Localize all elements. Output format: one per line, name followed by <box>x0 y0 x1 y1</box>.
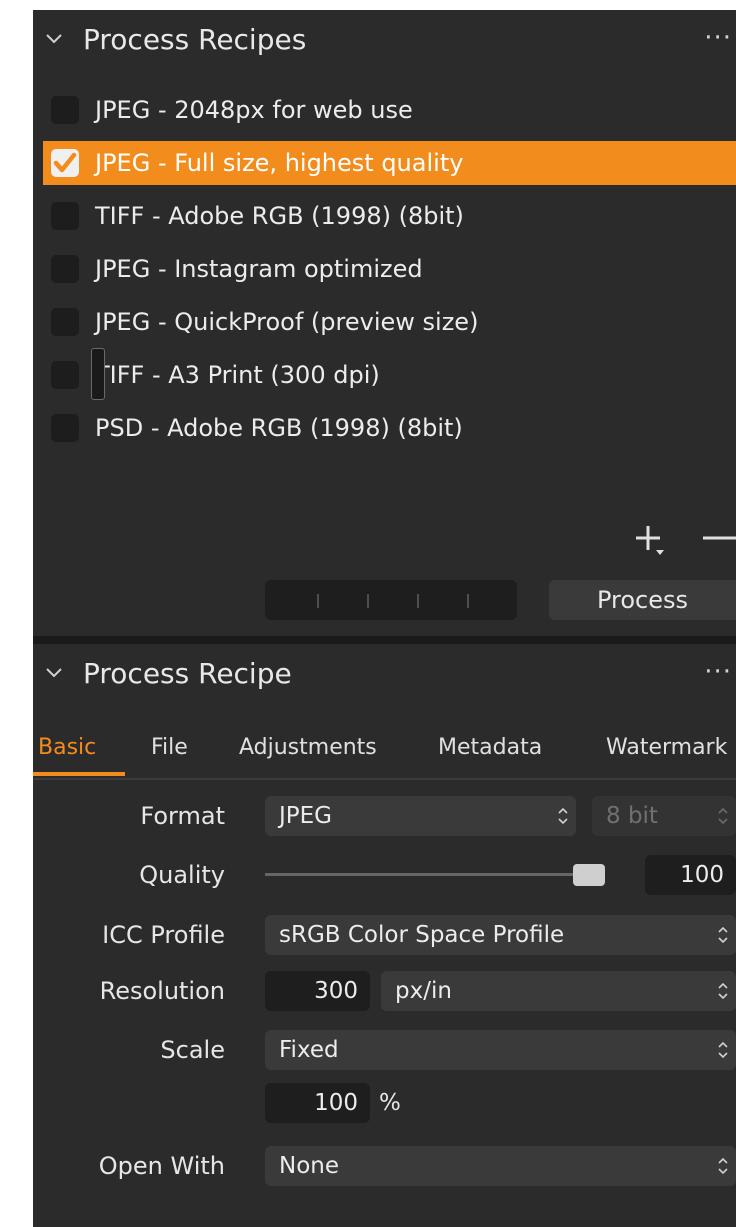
resolution-value: 300 <box>314 978 358 1004</box>
panel-title: Process Recipes <box>83 23 307 56</box>
format-select[interactable]: JPEG <box>265 796 576 836</box>
scale-percent-input[interactable]: 100 <box>265 1083 370 1123</box>
recipe-label: JPEG - 2048px for web use <box>95 96 413 124</box>
recipe-item-selected[interactable]: JPEG - Full size, highest quality <box>43 141 736 185</box>
tab-adjustments[interactable]: Adjustments <box>239 730 377 766</box>
quality-label: Quality <box>139 861 225 889</box>
more-options-icon[interactable]: ··· <box>704 20 732 56</box>
scale-value: Fixed <box>279 1037 339 1063</box>
stepper-icon <box>718 1041 728 1059</box>
icc-profile-select[interactable]: sRGB Color Space Profile <box>265 915 736 955</box>
format-value: JPEG <box>279 803 333 829</box>
recipe-label: JPEG - Full size, highest quality <box>95 149 464 177</box>
quality-input[interactable]: 100 <box>645 855 736 895</box>
process-button[interactable]: Process <box>549 580 736 620</box>
recipe-item[interactable]: TIFF - A3 Print (300 dpi) <box>43 353 736 397</box>
tab-basic[interactable]: Basic <box>38 730 96 766</box>
more-options-icon[interactable]: ··· <box>704 654 732 690</box>
remove-recipe-icon[interactable] <box>699 520 736 560</box>
active-tab-indicator <box>33 772 125 776</box>
progress-bar <box>265 580 517 620</box>
open-with-value: None <box>279 1153 340 1179</box>
recipe-checkbox-checked[interactable] <box>51 149 79 177</box>
icc-profile-value: sRGB Color Space Profile <box>279 922 565 948</box>
recipe-checkbox[interactable] <box>51 414 79 442</box>
percent-unit: % <box>379 1090 401 1116</box>
quality-slider-thumb[interactable] <box>573 864 605 886</box>
tab-watermark[interactable]: Watermark <box>606 730 727 766</box>
open-with-label: Open With <box>98 1152 225 1180</box>
progress-tick <box>317 594 319 608</box>
process-recipes-panel: Process Recipes ··· JPEG - 2048px for we… <box>33 10 736 636</box>
format-label: Format <box>140 802 225 830</box>
recipe-label: TIFF - A3 Print (300 dpi) <box>95 361 380 389</box>
process-recipe-header[interactable]: Process Recipe ··· <box>33 644 736 704</box>
bit-depth-value: 8 bit <box>606 803 658 829</box>
recipe-checkbox[interactable] <box>51 255 79 283</box>
stepper-icon <box>718 926 728 944</box>
stepper-icon <box>718 1157 728 1175</box>
recipe-label: JPEG - Instagram optimized <box>95 255 423 283</box>
recipe-label: PSD - Adobe RGB (1998) (8bit) <box>95 414 463 442</box>
tab-file[interactable]: File <box>151 730 188 766</box>
resolution-unit-value: px/in <box>395 978 452 1004</box>
recipe-item[interactable]: PSD - Adobe RGB (1998) (8bit) <box>43 406 736 450</box>
recipe-tabs: Basic File Adjustments Metadata Watermar… <box>33 730 736 780</box>
panel-divider[interactable] <box>33 636 736 644</box>
recipe-item[interactable]: JPEG - QuickProof (preview size) <box>43 300 736 344</box>
add-recipe-icon[interactable] <box>630 520 670 560</box>
checkmark-icon <box>53 152 77 173</box>
quality-slider-track[interactable] <box>265 873 577 876</box>
recipe-checkbox[interactable] <box>51 96 79 124</box>
resolution-label: Resolution <box>99 977 225 1005</box>
resolution-input[interactable]: 300 <box>265 971 370 1011</box>
tab-metadata[interactable]: Metadata <box>438 730 542 766</box>
recipe-checkbox[interactable] <box>51 202 79 230</box>
resolution-unit-select[interactable]: px/in <box>381 971 736 1011</box>
progress-tick <box>367 594 369 608</box>
recipe-label: JPEG - QuickProof (preview size) <box>95 308 479 336</box>
progress-tick <box>467 594 469 608</box>
icc-profile-label: ICC Profile <box>102 921 225 949</box>
open-with-select[interactable]: None <box>265 1146 736 1186</box>
process-recipe-panel: Process Recipe ··· Basic File Adjustment… <box>33 644 736 1227</box>
recipe-checkbox[interactable] <box>51 361 79 389</box>
text-cursor <box>91 348 105 400</box>
chevron-down-icon[interactable] <box>43 662 65 684</box>
quality-value: 100 <box>680 862 724 888</box>
chevron-down-icon[interactable] <box>43 28 65 50</box>
stepper-icon <box>718 982 728 1000</box>
scale-percent-value: 100 <box>314 1090 358 1116</box>
stepper-icon <box>558 807 568 825</box>
recipe-label: TIFF - Adobe RGB (1998) (8bit) <box>95 202 464 230</box>
scale-label: Scale <box>160 1036 225 1064</box>
recipe-item[interactable]: TIFF - Adobe RGB (1998) (8bit) <box>43 194 736 238</box>
process-recipes-header[interactable]: Process Recipes ··· <box>33 10 736 70</box>
recipe-item[interactable]: JPEG - 2048px for web use <box>43 88 736 132</box>
bit-depth-select: 8 bit <box>592 796 736 836</box>
recipe-item[interactable]: JPEG - Instagram optimized <box>43 247 736 291</box>
panel-title: Process Recipe <box>83 657 292 690</box>
stepper-icon <box>718 807 728 825</box>
progress-tick <box>417 594 419 608</box>
scale-select[interactable]: Fixed <box>265 1030 736 1070</box>
recipe-checkbox[interactable] <box>51 308 79 336</box>
